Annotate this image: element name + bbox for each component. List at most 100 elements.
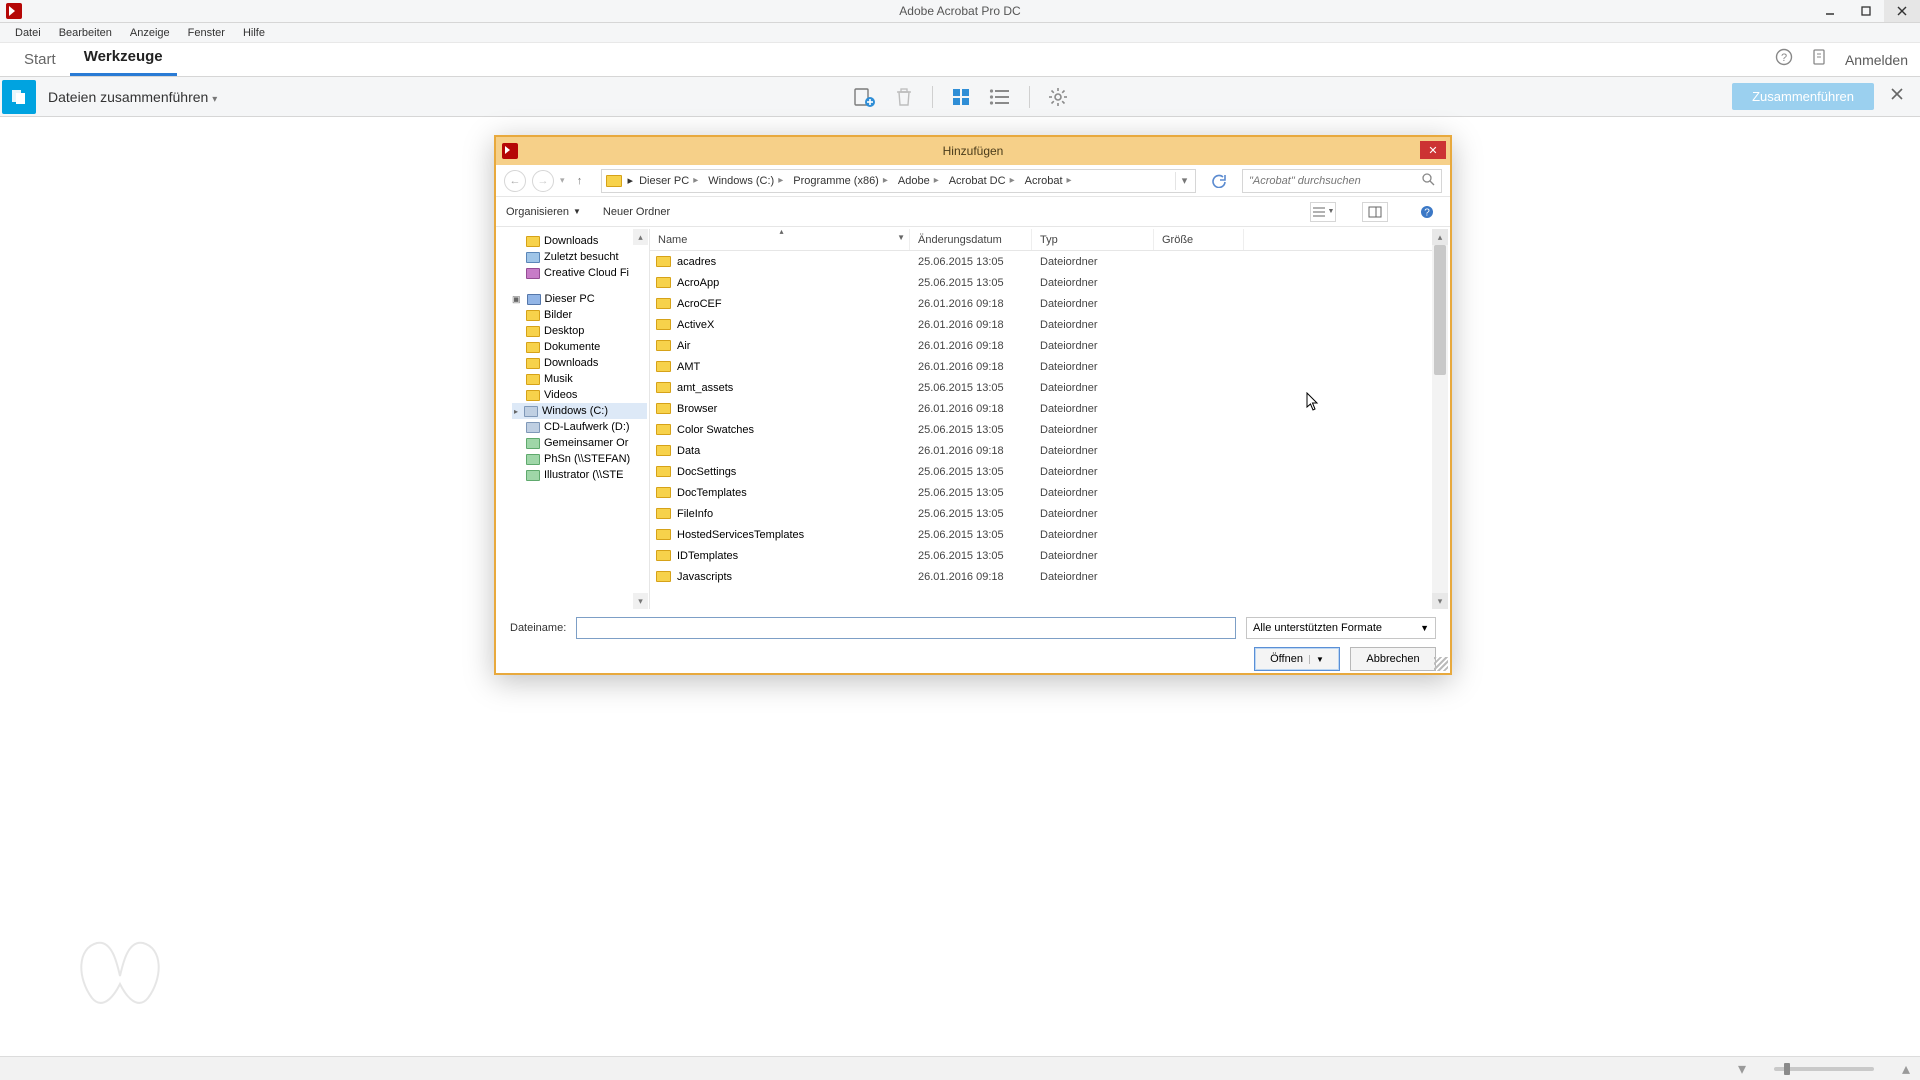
view-mode-button[interactable]: ▼ [1310,202,1336,222]
file-row[interactable]: Javascripts26.01.2016 09:18Dateiordner [650,566,1432,587]
file-row[interactable]: DocSettings25.06.2015 13:05Dateiordner [650,461,1432,482]
tool-label[interactable]: Dateien zusammenführen ▾ [38,89,227,105]
tree-item[interactable]: Desktop [512,323,647,339]
file-row[interactable]: Air26.01.2016 09:18Dateiordner [650,335,1432,356]
tree-item[interactable]: Illustrator (\\STE [512,467,647,483]
tab-tools[interactable]: Werkzeuge [70,42,177,76]
zoom-out-icon[interactable]: ▾ [1738,1059,1746,1079]
refresh-button[interactable] [1208,170,1230,192]
signin-link[interactable]: Anmelden [1845,52,1908,68]
chevron-right-icon[interactable]: ▸ [628,174,634,187]
delete-icon[interactable] [894,86,914,108]
nav-forward-button[interactable]: → [532,170,554,192]
file-row[interactable]: AcroApp25.06.2015 13:05Dateiordner [650,272,1432,293]
file-row[interactable]: Browser26.01.2016 09:18Dateiordner [650,398,1432,419]
tree-item[interactable]: Gemeinsamer Or [512,435,647,451]
help-icon[interactable]: ? [1775,48,1793,71]
chevron-right-icon[interactable]: ▸ [1067,175,1072,186]
window-close-button[interactable] [1884,0,1920,22]
chevron-right-icon[interactable]: ▸ [934,175,939,186]
breadcrumb-item[interactable]: Acrobat DC▸ [945,175,1019,187]
chevron-right-icon[interactable]: ▸ [883,175,888,186]
combine-files-icon[interactable] [2,80,36,114]
file-row[interactable]: AcroCEF26.01.2016 09:18Dateiordner [650,293,1432,314]
scroll-down-icon[interactable]: ▾ [1432,593,1448,609]
file-list-scrollbar[interactable]: ▴ ▾ [1432,229,1448,609]
file-list[interactable]: Name ▴ ▼ Änderungsdatum Typ Größe acadre… [650,229,1448,609]
search-input[interactable] [1249,175,1422,187]
scroll-thumb[interactable] [1434,245,1446,375]
file-row[interactable]: acadres25.06.2015 13:05Dateiordner [650,251,1432,272]
open-button[interactable]: Öffnen ▼ [1254,647,1340,671]
breadcrumb-item[interactable]: Dieser PC▸ [635,175,702,187]
chevron-right-icon[interactable]: ▸ [1010,175,1015,186]
breadcrumb-item[interactable]: Programme (x86)▸ [789,175,892,187]
file-row[interactable]: IDTemplates25.06.2015 13:05Dateiordner [650,545,1432,566]
folder-tree[interactable]: ▴ Downloads Zuletzt besucht Creative Clo… [498,229,650,609]
settings-icon[interactable] [1048,87,1068,107]
tree-item[interactable]: PhSn (\\STEFAN) [512,451,647,467]
window-minimize-button[interactable] [1812,0,1848,22]
list-view-icon[interactable] [989,88,1011,106]
file-row[interactable]: AMT26.01.2016 09:18Dateiordner [650,356,1432,377]
column-name[interactable]: Name ▴ ▼ [650,229,910,250]
resize-grip[interactable] [1434,657,1448,671]
menu-view[interactable]: Anzeige [121,27,179,39]
tree-item-windows-c[interactable]: ▸Windows (C:) [512,403,647,419]
column-type[interactable]: Typ [1032,229,1154,250]
window-maximize-button[interactable] [1848,0,1884,22]
tree-item[interactable]: Bilder [512,307,647,323]
grid-view-icon[interactable] [951,87,971,107]
split-dropdown-icon[interactable]: ▼ [1309,655,1324,664]
breadcrumb-item[interactable]: Adobe▸ [894,175,943,187]
expand-icon[interactable]: ▣ [512,294,521,305]
tree-item[interactable]: Videos [512,387,647,403]
file-row[interactable]: HostedServicesTemplates25.06.2015 13:05D… [650,524,1432,545]
zoom-in-icon[interactable]: ▴ [1902,1059,1910,1079]
tree-item-this-pc[interactable]: ▣Dieser PC [512,291,647,307]
nav-up-button[interactable]: ↑ [571,172,589,190]
column-size[interactable]: Größe [1154,229,1244,250]
tree-item[interactable]: Dokumente [512,339,647,355]
filename-input[interactable] [581,618,1231,638]
chevron-right-icon[interactable]: ▸ [693,175,698,186]
search-icon[interactable] [1422,173,1435,189]
breadcrumb-dropdown[interactable]: ▾ [1175,172,1193,190]
search-box[interactable] [1242,169,1442,193]
file-format-dropdown[interactable]: Alle unterstützten Formate ▼ [1246,617,1436,639]
add-files-icon[interactable] [852,86,876,108]
tree-item-recent[interactable]: Zuletzt besucht [512,249,647,265]
zoom-slider[interactable] [1774,1067,1874,1071]
file-row[interactable]: ActiveX26.01.2016 09:18Dateiordner [650,314,1432,335]
menu-window[interactable]: Fenster [179,27,234,39]
tree-scroll-down[interactable]: ▾ [633,593,648,609]
expand-icon[interactable]: ▸ [514,407,518,416]
combine-button[interactable]: Zusammenführen [1732,83,1874,110]
scroll-up-icon[interactable]: ▴ [1432,229,1448,245]
cancel-button[interactable]: Abbrechen [1350,647,1436,671]
organize-menu[interactable]: Organisieren ▼ [506,206,581,218]
dialog-close-button[interactable]: ✕ [1420,141,1446,159]
tree-scroll-up[interactable]: ▴ [633,229,648,245]
help-button[interactable]: ? [1414,202,1440,222]
notification-icon[interactable] [1811,48,1827,71]
file-row[interactable]: Data26.01.2016 09:18Dateiordner [650,440,1432,461]
menu-edit[interactable]: Bearbeiten [50,27,121,39]
preview-pane-button[interactable] [1362,202,1388,222]
tree-item[interactable]: Downloads [512,355,647,371]
chevron-right-icon[interactable]: ▸ [778,175,783,186]
close-tool-button[interactable] [1884,87,1910,106]
file-row[interactable]: Color Swatches25.06.2015 13:05Dateiordne… [650,419,1432,440]
file-row[interactable]: FileInfo25.06.2015 13:05Dateiordner [650,503,1432,524]
breadcrumb-bar[interactable]: ▸ Dieser PC▸ Windows (C:)▸ Programme (x8… [601,169,1196,193]
tree-item-creative-cloud[interactable]: Creative Cloud Fi [512,265,647,281]
tree-item[interactable]: CD-Laufwerk (D:) [512,419,647,435]
column-date[interactable]: Änderungsdatum [910,229,1032,250]
nav-history-dropdown[interactable]: ▾ [560,175,565,186]
new-folder-button[interactable]: Neuer Ordner [603,206,670,218]
tree-item[interactable]: Musik [512,371,647,387]
file-row[interactable]: amt_assets25.06.2015 13:05Dateiordner [650,377,1432,398]
breadcrumb-item[interactable]: Acrobat▸ [1021,175,1076,187]
menu-file[interactable]: Datei [6,27,50,39]
breadcrumb-item[interactable]: Windows (C:)▸ [704,175,787,187]
